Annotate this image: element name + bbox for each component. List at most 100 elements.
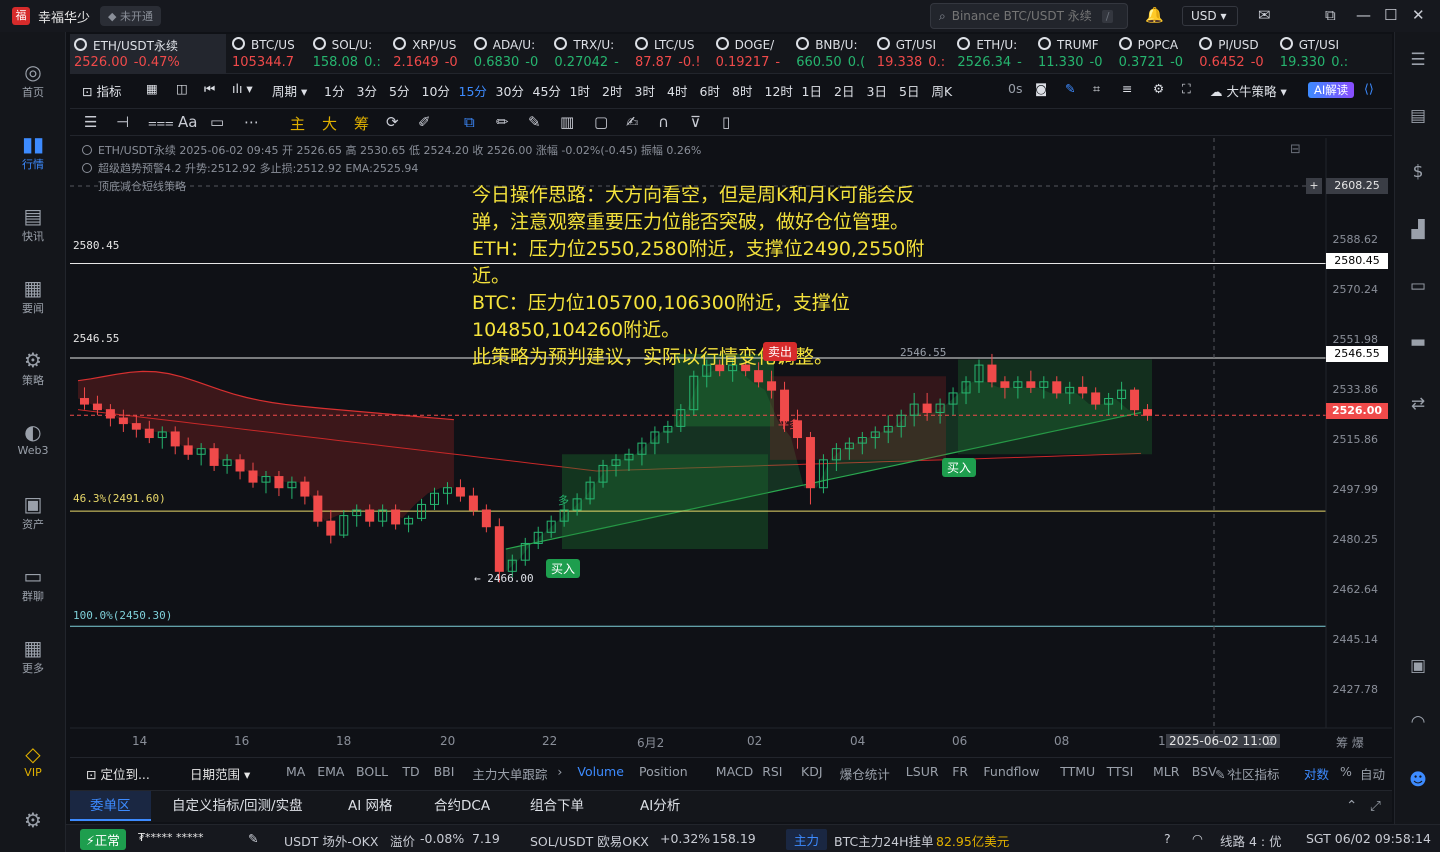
sidebar-item-market[interactable]: ▮▮ 行情 — [0, 132, 66, 172]
interval-7[interactable]: 1时 — [570, 81, 590, 100]
card-icon[interactable]: ▬ — [1407, 332, 1429, 352]
locate-button[interactable]: ⊡ 定位到... — [86, 764, 150, 783]
ticker-item[interactable]: SOL/U: 158.08 0.: — [309, 34, 389, 74]
indicator-boll[interactable]: BOLL — [356, 764, 388, 779]
ticker-item[interactable]: POPCA 0.3721 -0 — [1115, 34, 1195, 74]
ticker-item[interactable]: ETH/U: 2526.34- — [953, 34, 1033, 74]
buy-signal-badge[interactable]: 买入 — [546, 559, 581, 578]
sell-signal-badge[interactable]: 卖出 — [763, 342, 798, 361]
fullscreen-icon[interactable]: ⛶ — [1182, 81, 1191, 97]
tab-ai-analysis[interactable]: AI分析 — [640, 791, 680, 821]
tab-combo-order[interactable]: 组合下单 — [530, 791, 584, 821]
interval-4[interactable]: 15分 — [459, 81, 487, 100]
edit-icon[interactable]: ✎ — [528, 113, 541, 131]
multi-line-icon[interactable]: ⩶ — [148, 113, 174, 131]
ticker-item[interactable]: LTC/US 87.87 -0.! — [631, 34, 711, 74]
eye-icon[interactable] — [82, 163, 92, 173]
mail-icon[interactable]: ✉ — [1258, 6, 1271, 24]
ai-interpret-button[interactable]: AI解读 — [1308, 82, 1355, 98]
ticker-item[interactable]: GT/USI 19.330 0.: — [1276, 34, 1356, 74]
swap-icon[interactable]: ⇄ — [1407, 394, 1429, 414]
username[interactable]: 幸福华少 — [38, 7, 90, 26]
indicator-fr[interactable]: FR — [952, 764, 968, 779]
indicator-ema[interactable]: EMA — [317, 764, 344, 779]
ticker-item[interactable]: ADA/U: 0.6830 -0 — [470, 34, 550, 74]
monitor-icon[interactable]: ▭ — [1407, 276, 1429, 296]
ticker-item[interactable]: PI/USD 0.6452 -0 — [1195, 34, 1275, 74]
indicator-ttmu[interactable]: TTMU — [1060, 764, 1095, 779]
edit-icon[interactable]: ✎ — [248, 831, 258, 846]
ticker-item[interactable]: GT/USI 19.338 0.: — [873, 34, 953, 74]
interval-9[interactable]: 3时 — [635, 81, 655, 100]
dollar-icon[interactable]: $ — [1407, 162, 1429, 182]
zero-seconds[interactable]: 0s — [1008, 81, 1022, 96]
calendar-icon[interactable]: ▦ — [146, 81, 158, 96]
indicator-kdj[interactable]: KDJ — [801, 764, 823, 779]
copy-icon[interactable]: ⧉ — [464, 113, 475, 131]
scroll-left-icon[interactable]: › — [557, 764, 562, 779]
indicator-macd[interactable]: MACD — [716, 764, 753, 779]
indicator-fundflow[interactable]: Fundflow — [983, 764, 1039, 779]
indicator-button[interactable]: ⊡ 指标 — [82, 81, 121, 100]
interval-10[interactable]: 4时 — [667, 81, 687, 100]
list-icon[interactable]: ☰ — [1407, 50, 1429, 70]
expand-icon[interactable]: ⤢ — [1370, 791, 1381, 821]
interval-11[interactable]: 6时 — [700, 81, 720, 100]
indicator-position[interactable]: Position — [639, 764, 688, 779]
interval-17[interactable]: 5日 — [899, 81, 919, 100]
main-chart-toggle[interactable]: 主 — [290, 113, 305, 134]
x-axis-icons[interactable]: 筹 爆 — [1336, 734, 1364, 751]
masked-balance[interactable]: ₮***** ***** — [138, 831, 204, 844]
share-icon[interactable]: ⟨⟩ — [1364, 81, 1374, 96]
interval-13[interactable]: 12时 — [765, 81, 793, 100]
add-alert-icon[interactable]: + — [1306, 178, 1322, 194]
lock-icon[interactable]: ▢ — [594, 113, 608, 131]
percent-scale-toggle[interactable]: % — [1340, 764, 1352, 779]
log-scale-toggle[interactable]: 对数 — [1304, 764, 1329, 783]
vip-unopened-badge[interactable]: ◆ 未开通 — [100, 6, 161, 26]
headset-icon[interactable]: ◠ — [1407, 712, 1429, 732]
sidebar-item-headline[interactable]: ▦ 要闻 — [0, 276, 66, 316]
ticker-item[interactable]: ETH/USDT永续 2526.00 -0.47% — [70, 34, 226, 74]
interval-0[interactable]: 1分 — [324, 81, 344, 100]
sidebar-item-strategy[interactable]: ⚙ 策略 — [0, 348, 66, 388]
rewind-icon[interactable]: ⏮ — [204, 81, 215, 97]
gear-icon[interactable]: ⚙ — [1153, 81, 1164, 96]
interval-16[interactable]: 3日 — [867, 81, 887, 100]
chevron-up-icon[interactable]: ⌃ — [1346, 791, 1357, 821]
text-tool-icon[interactable]: Aa — [178, 113, 197, 131]
popout-icon[interactable]: ⧉ — [1325, 6, 1336, 24]
indicator-bbi[interactable]: BBI — [434, 764, 455, 779]
signal-icon[interactable]: ▟ — [1407, 220, 1429, 240]
tab-contract-dca[interactable]: 合约DCA — [434, 791, 490, 821]
search-input[interactable] — [951, 9, 1102, 23]
interval-3[interactable]: 10分 — [422, 81, 450, 100]
chip-toggle[interactable]: 筹 — [354, 113, 369, 134]
horizontal-line-icon[interactable]: ⊣ — [116, 113, 129, 131]
cycle-icon[interactable]: ⟳ — [386, 113, 399, 131]
interval-18[interactable]: 周K — [932, 81, 953, 100]
interval-2[interactable]: 5分 — [389, 81, 409, 100]
tab-order-area[interactable]: 委单区 — [70, 791, 151, 821]
indicator-mlr[interactable]: MLR — [1153, 764, 1179, 779]
ticker-item[interactable]: BTC/US 105344.7 — [228, 34, 308, 74]
search-box[interactable]: ⌕ / — [930, 3, 1128, 29]
sidebar-item-web3[interactable]: ◐ Web3 — [0, 420, 66, 457]
tab-ai-grid[interactable]: AI 网格 — [348, 791, 393, 821]
bars-icon[interactable]: ▥ — [560, 113, 574, 131]
trash-icon[interactable]: ▯ — [722, 113, 730, 131]
layout-icon[interactable]: ▣ — [1407, 656, 1429, 676]
ticker-item[interactable]: XRP/US 2.1649 -0 — [389, 34, 469, 74]
magnet-icon[interactable]: ∩ — [658, 113, 669, 131]
indicator-ma[interactable]: MA — [286, 764, 305, 779]
currency-select[interactable]: USD ▾ — [1182, 6, 1238, 26]
indicator-volume[interactable]: Volume — [577, 764, 624, 779]
layout-split-icon[interactable]: ◫ — [176, 81, 188, 96]
tab-custom-indicator[interactable]: 自定义指标/回测/实盘 — [172, 791, 303, 821]
indicator-主力大单跟踪[interactable]: 主力大单跟踪 — [472, 764, 547, 783]
big-order-toggle[interactable]: 大 — [322, 113, 337, 134]
interval-12[interactable]: 8时 — [732, 81, 752, 100]
sidebar-item-vip[interactable]: ◇ VIP — [0, 742, 66, 779]
route-label[interactable]: 线路 4 : 优 — [1220, 831, 1282, 850]
minimize-icon[interactable]: — — [1356, 6, 1371, 24]
